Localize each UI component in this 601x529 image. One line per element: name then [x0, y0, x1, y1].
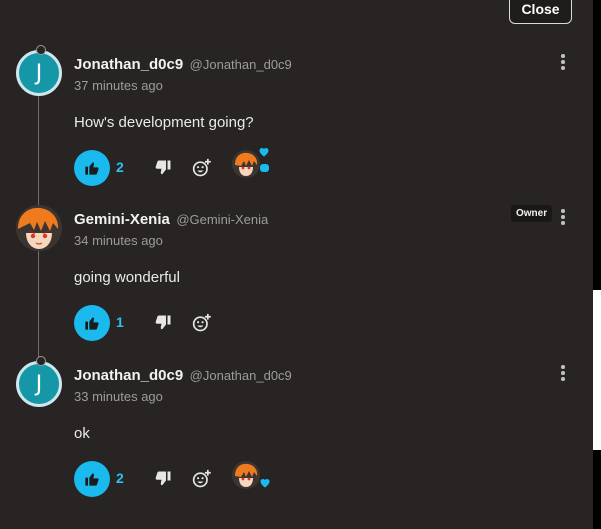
comment-time: 34 minutes ago: [74, 233, 163, 248]
add-reaction-icon[interactable]: [192, 313, 212, 333]
thumbs-up-icon: [85, 162, 99, 175]
avatar[interactable]: J: [16, 45, 62, 96]
comment: J Jonathan_d0c9 @Jonathan_d0c9 37 minute…: [0, 45, 593, 206]
author-name[interactable]: Jonathan_d0c9: [74, 56, 183, 73]
author-row: Jonathan_d0c9 @Jonathan_d0c9: [74, 367, 292, 385]
author-name[interactable]: Jonathan_d0c9: [74, 367, 183, 384]
more-vertical-icon[interactable]: [558, 365, 568, 385]
author-handle: @Jonathan_d0c9: [189, 57, 292, 72]
window-edge: [593, 0, 601, 529]
like-count: 2: [116, 159, 124, 175]
thumbs-down-icon[interactable]: [154, 314, 172, 332]
author-name[interactable]: Gemini-Xenia: [74, 211, 170, 228]
comment-time: 37 minutes ago: [74, 78, 163, 93]
like-button[interactable]: [74, 305, 110, 341]
thumbs-up-icon: [85, 317, 99, 330]
like-count: 1: [116, 314, 124, 330]
comment-text: going wonderful: [74, 269, 180, 286]
more-vertical-icon[interactable]: [558, 54, 568, 74]
author-row: Jonathan_d0c9 @Jonathan_d0c9: [74, 56, 292, 74]
heart-icon: [259, 148, 269, 157]
reaction-avatar[interactable]: [232, 148, 272, 184]
like-button[interactable]: [74, 150, 110, 186]
author-handle: @Jonathan_d0c9: [189, 368, 292, 383]
close-button[interactable]: Close: [509, 0, 572, 24]
thumbs-down-icon[interactable]: [154, 159, 172, 177]
comment-time: 33 minutes ago: [74, 389, 163, 404]
window-edge-strip: [593, 290, 601, 450]
like-count: 2: [116, 470, 124, 486]
avatar[interactable]: [16, 205, 62, 251]
comment: Gemini-Xenia @Gemini-Xenia 34 minutes ag…: [0, 205, 593, 361]
like-button[interactable]: [74, 461, 110, 497]
comment: J Jonathan_d0c9 @Jonathan_d0c9 33 minute…: [0, 356, 593, 517]
thumbs-up-icon: [85, 473, 99, 486]
author-row: Gemini-Xenia @Gemini-Xenia: [74, 211, 268, 229]
reactor-avatar-image: [232, 461, 260, 489]
add-reaction-icon[interactable]: [192, 469, 212, 489]
owner-badge: Owner: [511, 205, 553, 222]
thumbs-down-icon[interactable]: [154, 470, 172, 488]
reactor-avatar-image: [232, 150, 260, 178]
avatar[interactable]: J: [16, 356, 62, 407]
author-handle: @Gemini-Xenia: [176, 212, 269, 227]
reaction-avatar[interactable]: [232, 459, 272, 495]
comment-text: How's development going?: [74, 114, 254, 131]
comment-text: ok: [74, 425, 90, 442]
reply-indicator: [260, 164, 269, 172]
heart-icon: [260, 479, 270, 488]
more-vertical-icon[interactable]: [558, 209, 568, 229]
add-reaction-icon[interactable]: [192, 158, 212, 178]
